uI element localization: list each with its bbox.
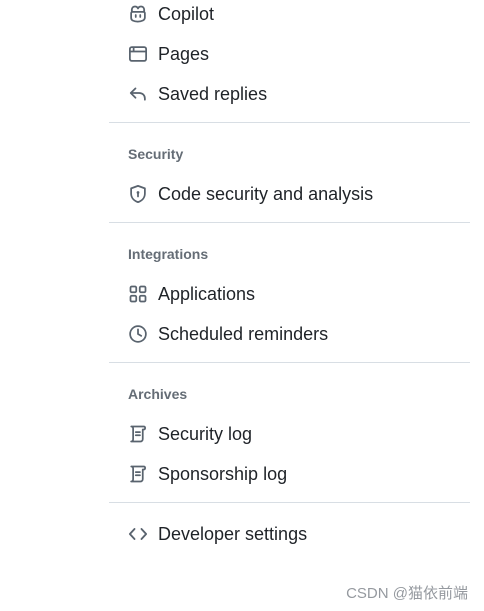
- sidebar-item-label: Applications: [158, 284, 256, 304]
- section-heading-archives: Archives: [128, 386, 188, 402]
- copilot-icon: [128, 4, 148, 24]
- sidebar-item-applications[interactable]: Applications: [109, 278, 470, 310]
- sidebar-item-label: Code security and analysis: [158, 184, 374, 204]
- sidebar-item-saved-replies[interactable]: Saved replies: [109, 78, 470, 110]
- sidebar-item-label: Pages: [158, 44, 210, 64]
- sidebar-item-label: Security log: [158, 424, 253, 444]
- browser-icon: [128, 44, 148, 64]
- sidebar-item-label: Copilot: [158, 4, 215, 24]
- section-divider: [109, 362, 470, 363]
- sidebar-item-scheduled-reminders[interactable]: Scheduled reminders: [109, 318, 470, 350]
- sidebar-item-label: Saved replies: [158, 84, 268, 104]
- apps-icon: [128, 284, 148, 304]
- log-icon: [128, 464, 148, 484]
- sidebar-item-sponsorship-log[interactable]: Sponsorship log: [109, 458, 470, 490]
- sidebar-item-security-log[interactable]: Security log: [109, 418, 470, 450]
- sidebar-item-copilot[interactable]: Copilot: [109, 0, 470, 30]
- sidebar-item-label: Sponsorship log: [158, 464, 288, 484]
- reply-icon: [128, 84, 148, 104]
- section-heading-integrations: Integrations: [128, 246, 209, 262]
- log-icon: [128, 424, 148, 444]
- sidebar-item-label: Developer settings: [158, 524, 308, 544]
- sidebar-item-label: Scheduled reminders: [158, 324, 329, 344]
- clock-icon: [128, 324, 148, 344]
- section-heading-security: Security: [128, 146, 184, 162]
- section-divider: [109, 502, 470, 503]
- section-divider: [109, 222, 470, 223]
- sidebar-item-developer-settings[interactable]: Developer settings: [109, 518, 470, 550]
- watermark: CSDN @猫依前端: [346, 585, 468, 602]
- sidebar-item-code-security[interactable]: Code security and analysis: [109, 178, 470, 210]
- shield-lock-icon: [128, 184, 148, 204]
- sidebar-item-pages[interactable]: Pages: [109, 38, 470, 70]
- section-divider: [109, 122, 470, 123]
- code-icon: [128, 524, 148, 544]
